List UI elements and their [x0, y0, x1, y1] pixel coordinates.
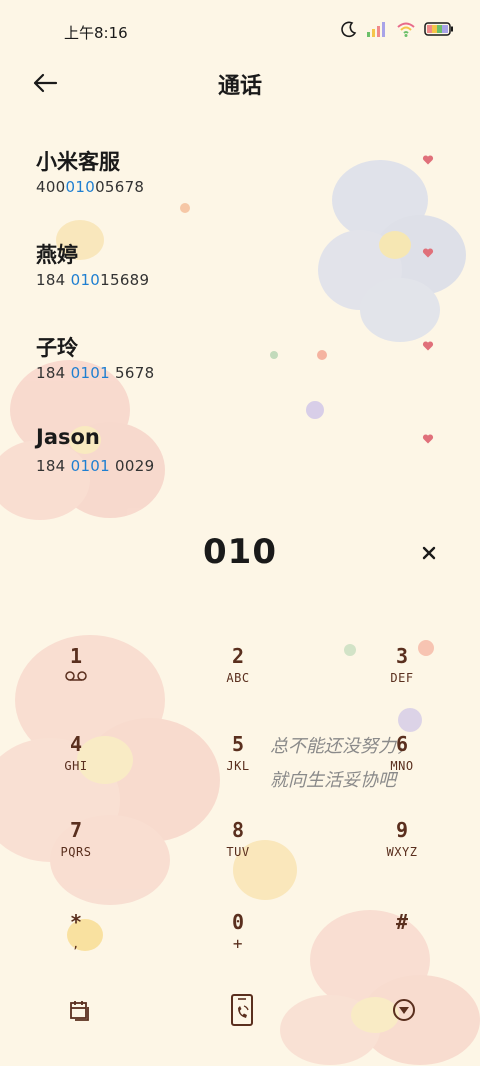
dial-number-display[interactable]: 010 [0, 532, 480, 572]
contact-item[interactable]: 子玲 184 0101 5678 [0, 316, 480, 404]
key-1[interactable]: 1 [16, 642, 136, 722]
key-digit: 8 [231, 818, 245, 842]
contact-name: Jason [36, 425, 100, 449]
key-6[interactable]: 6 MNO [342, 730, 462, 810]
status-bar: 上午8:16 [0, 0, 480, 60]
key-digit: * [69, 910, 83, 934]
key-3[interactable]: 3 DEF [342, 642, 462, 722]
voicemail-icon [16, 670, 136, 686]
key-letters: JKL [226, 759, 250, 773]
battery-icon [424, 22, 453, 36]
number-match-highlight: 0101 [70, 457, 110, 475]
key-digit: 5 [231, 732, 245, 756]
key-letters: TUV [226, 845, 250, 859]
status-time: 上午8:16 [64, 24, 128, 42]
key-letters: DEF [390, 671, 414, 685]
key-hash[interactable]: # [342, 908, 462, 988]
key-5[interactable]: 5 JKL [178, 730, 298, 810]
key-letters: PQRS [60, 845, 92, 859]
key-digit: 9 [395, 818, 409, 842]
collapse-keypad-icon [393, 999, 415, 1021]
key-digit: 4 [69, 732, 83, 756]
app-bar: 通话 [0, 60, 480, 106]
key-letters: MNO [390, 759, 414, 773]
heart-icon [422, 341, 434, 351]
status-icons [340, 20, 454, 38]
heart-icon [422, 248, 434, 258]
key-digit: 6 [395, 732, 409, 756]
key-star[interactable]: * , [16, 908, 136, 988]
page-title: 通话 [217, 74, 262, 99]
key-0[interactable]: 0 + [178, 908, 298, 988]
key-digit: 2 [231, 644, 245, 668]
moon-icon [341, 21, 357, 38]
wifi-icon [397, 22, 415, 37]
dial-call-button[interactable] [222, 990, 262, 1030]
phone-call-icon [231, 994, 253, 1026]
contact-item[interactable]: Jason 184 0101 0029 [0, 409, 480, 497]
bottom-action-bar [0, 990, 480, 1030]
clear-button[interactable] [416, 540, 442, 566]
calendar-button[interactable] [60, 990, 100, 1030]
calendar-icon [70, 1001, 89, 1021]
key-letters: GHI [64, 759, 88, 773]
contact-name: 燕婷 [36, 243, 78, 267]
heart-icon [422, 434, 434, 444]
dial-input-row: 010 [0, 530, 480, 580]
contact-item[interactable]: 小米客服 40001005678 [0, 130, 480, 218]
contact-number: 184 01015689 [36, 271, 150, 289]
key-digit: 7 [69, 818, 83, 842]
key-digit: 3 [395, 644, 409, 668]
key-letters: + [232, 934, 244, 953]
key-4[interactable]: 4 GHI [16, 730, 136, 810]
contact-number: 40001005678 [36, 178, 145, 196]
contact-name: 小米客服 [36, 150, 120, 174]
key-digit: 0 [231, 910, 245, 934]
contact-name: 子玲 [36, 336, 78, 360]
key-9[interactable]: 9 WXYZ [342, 816, 462, 896]
number-match-highlight: 010 [65, 178, 96, 196]
key-8[interactable]: 8 TUV [178, 816, 298, 896]
signal-icon [367, 22, 385, 37]
number-match-highlight: 0101 [70, 364, 110, 382]
number-match-highlight: 010 [70, 271, 101, 289]
key-2[interactable]: 2 ABC [178, 642, 298, 722]
close-icon [422, 546, 436, 560]
key-digit: 1 [69, 644, 83, 668]
contact-number: 184 0101 0029 [36, 457, 155, 475]
key-digit: # [395, 910, 409, 934]
collapse-keypad-button[interactable] [384, 990, 424, 1030]
heart-icon [422, 155, 434, 165]
key-7[interactable]: 7 PQRS [16, 816, 136, 896]
key-letters: ABC [226, 671, 250, 685]
contact-number: 184 0101 5678 [36, 364, 155, 382]
contact-item[interactable]: 燕婷 184 01015689 [0, 223, 480, 311]
key-letters: , [72, 937, 80, 951]
key-letters: WXYZ [386, 845, 418, 859]
